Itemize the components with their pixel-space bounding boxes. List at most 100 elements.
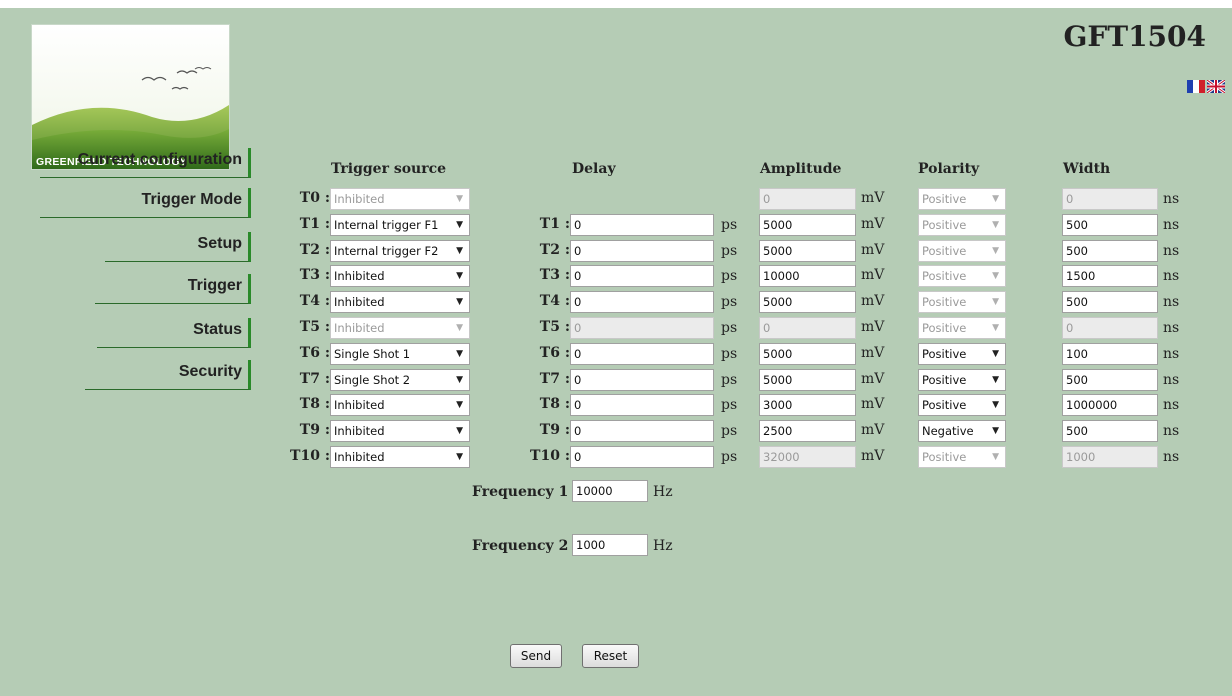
chevron-down-icon: ▼	[992, 452, 999, 462]
delay-label: T9 :	[539, 422, 570, 438]
polarity-value: Positive	[922, 269, 967, 283]
amplitude-input: 0	[759, 317, 856, 339]
channel-label: T2 :	[299, 242, 330, 258]
delay-input[interactable]: 0	[570, 446, 714, 468]
polarity-select: Positive ▼	[918, 214, 1006, 236]
chevron-down-icon: ▼	[992, 400, 999, 410]
polarity-select[interactable]: Positive ▼	[918, 343, 1006, 365]
polarity-value: Positive	[922, 321, 967, 335]
width-unit: ns	[1163, 449, 1180, 465]
delay-label: T4 :	[539, 293, 570, 309]
delay-input[interactable]: 0	[570, 369, 714, 391]
send-button[interactable]: Send	[510, 644, 562, 668]
delay-input[interactable]: 0	[570, 420, 714, 442]
delay-input[interactable]: 0	[570, 265, 714, 287]
amplitude-input[interactable]: 10000	[759, 265, 856, 287]
chevron-down-icon: ▼	[456, 194, 463, 204]
nav-current-configuration[interactable]: Current configuration	[40, 148, 251, 178]
trigger-source-select[interactable]: Single Shot 2 ▼	[330, 369, 470, 391]
trigger-source-value: Inhibited	[334, 295, 385, 309]
uk-flag-icon[interactable]	[1207, 80, 1225, 93]
device-title: GFT1504	[1063, 20, 1206, 53]
delay-unit: ps	[721, 243, 738, 259]
delay-input[interactable]: 0	[570, 343, 714, 365]
polarity-select[interactable]: Positive ▼	[918, 394, 1006, 416]
channel-label: T8 :	[299, 396, 330, 412]
polarity-select: Positive ▼	[918, 240, 1006, 262]
delay-input[interactable]: 0	[570, 214, 714, 236]
trigger-source-value: Internal trigger F2	[334, 244, 439, 258]
trigger-source-value: Internal trigger F1	[334, 218, 439, 232]
amplitude-input[interactable]: 3000	[759, 394, 856, 416]
chevron-down-icon: ▼	[456, 375, 463, 385]
header-polarity: Polarity	[918, 161, 980, 177]
polarity-select: Positive ▼	[918, 291, 1006, 313]
amplitude-input[interactable]: 5000	[759, 214, 856, 236]
chevron-down-icon: ▼	[992, 349, 999, 359]
delay-unit: ps	[721, 268, 738, 284]
amplitude-input[interactable]: 2500	[759, 420, 856, 442]
delay-input[interactable]: 0	[570, 394, 714, 416]
frequency-1-label: Frequency 1 :	[472, 484, 579, 500]
width-input[interactable]: 1000000	[1062, 394, 1158, 416]
trigger-source-select[interactable]: Internal trigger F1 ▼	[330, 214, 470, 236]
nav-security[interactable]: Security	[85, 360, 251, 390]
trigger-source-select[interactable]: Inhibited ▼	[330, 291, 470, 313]
delay-label: T3 :	[539, 267, 570, 283]
amplitude-input[interactable]: 5000	[759, 240, 856, 262]
trigger-source-select[interactable]: Single Shot 1 ▼	[330, 343, 470, 365]
page-background: GREENFIELD TECHNOLOGY GFT1504 Current co…	[0, 8, 1232, 696]
trigger-source-select: Inhibited ▼	[330, 317, 470, 339]
frequency-2-input[interactable]: 1000	[572, 534, 648, 556]
trigger-source-select[interactable]: Inhibited ▼	[330, 446, 470, 468]
width-unit: ns	[1163, 372, 1180, 388]
chevron-down-icon: ▼	[992, 323, 999, 333]
amplitude-input[interactable]: 5000	[759, 343, 856, 365]
trigger-source-select[interactable]: Inhibited ▼	[330, 420, 470, 442]
amplitude-input[interactable]: 5000	[759, 369, 856, 391]
reset-button[interactable]: Reset	[582, 644, 639, 668]
amplitude-input[interactable]: 5000	[759, 291, 856, 313]
chevron-down-icon: ▼	[456, 297, 463, 307]
delay-input[interactable]: 0	[570, 291, 714, 313]
delay-unit: ps	[721, 320, 738, 336]
width-input[interactable]: 500	[1062, 291, 1158, 313]
width-input[interactable]: 500	[1062, 420, 1158, 442]
amplitude-unit: mV	[861, 448, 885, 464]
width-input[interactable]: 500	[1062, 369, 1158, 391]
amplitude-unit: mV	[861, 216, 885, 232]
chevron-down-icon: ▼	[456, 452, 463, 462]
trigger-source-select[interactable]: Inhibited ▼	[330, 265, 470, 287]
polarity-select: Positive ▼	[918, 265, 1006, 287]
nav-trigger-mode[interactable]: Trigger Mode	[40, 188, 251, 218]
amplitude-unit: mV	[861, 345, 885, 361]
trigger-source-select[interactable]: Internal trigger F2 ▼	[330, 240, 470, 262]
width-input[interactable]: 500	[1062, 240, 1158, 262]
chevron-down-icon: ▼	[992, 297, 999, 307]
channel-label: T4 :	[299, 293, 330, 309]
polarity-select: Positive ▼	[918, 188, 1006, 210]
delay-unit: ps	[721, 294, 738, 310]
nav-setup[interactable]: Setup	[105, 232, 251, 262]
frequency-2-label: Frequency 2 :	[472, 538, 579, 554]
nav-status[interactable]: Status	[97, 318, 251, 348]
width-input[interactable]: 100	[1062, 343, 1158, 365]
channel-label: T1 :	[299, 216, 330, 232]
french-flag-icon[interactable]	[1187, 80, 1205, 93]
polarity-value: Positive	[922, 373, 967, 387]
delay-unit: ps	[721, 372, 738, 388]
frequency-1-input[interactable]: 10000	[572, 480, 648, 502]
trigger-source-value: Inhibited	[334, 450, 385, 464]
amplitude-unit: mV	[861, 319, 885, 335]
width-input[interactable]: 500	[1062, 214, 1158, 236]
amplitude-unit: mV	[861, 190, 885, 206]
trigger-source-select[interactable]: Inhibited ▼	[330, 394, 470, 416]
polarity-select[interactable]: Positive ▼	[918, 369, 1006, 391]
channel-label: T5 :	[299, 319, 330, 335]
width-input[interactable]: 1500	[1062, 265, 1158, 287]
delay-input[interactable]: 0	[570, 240, 714, 262]
chevron-down-icon: ▼	[456, 400, 463, 410]
polarity-select[interactable]: Negative ▼	[918, 420, 1006, 442]
delay-label: T6 :	[539, 345, 570, 361]
nav-trigger[interactable]: Trigger	[95, 274, 251, 304]
